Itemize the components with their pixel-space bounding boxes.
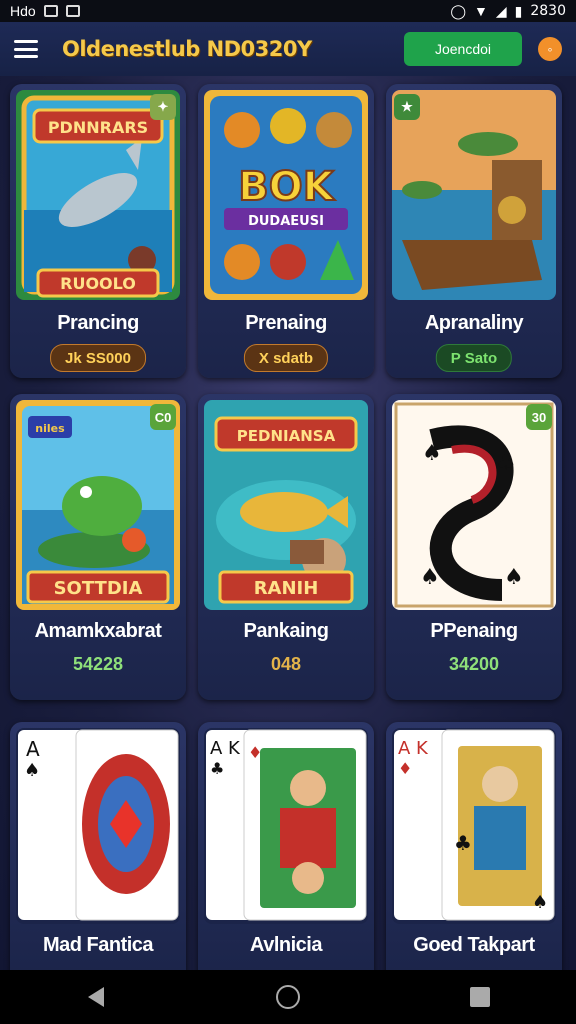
status-bar: Hdo ◯ ▼ ◢ ▮ 2830 (0, 0, 576, 22)
game-value: 34200 (448, 654, 500, 674)
game-value: 048 (270, 654, 302, 674)
game-value: 54228 (72, 654, 124, 674)
battery-icon: ▮ (514, 2, 523, 19)
game-thumbnail: A K ♣ ♦ (204, 728, 368, 924)
game-thumbnail: A ♠ (16, 728, 180, 924)
app-title: Oldenestlub ND0320Y (62, 37, 312, 61)
game-name: Pankaing (243, 620, 329, 642)
game-name: Goed Takpart (413, 934, 535, 956)
game-name: Avlnicia (250, 934, 322, 956)
game-thumbnail: A K ♦ ♣ ♠ (392, 728, 556, 924)
svg-text:♠: ♠ (420, 565, 440, 590)
card-rank: A K (210, 738, 241, 759)
svg-text:♠: ♠ (24, 760, 40, 781)
thumb-banner: niles (35, 422, 65, 435)
game-thumbnail: niles SOTTDIA (16, 400, 180, 610)
game-value: X sdatb (243, 344, 329, 372)
signal-icon: ◢ (495, 2, 507, 19)
thumb-banner: PEDNIANSA (237, 427, 336, 445)
game-card[interactable]: PDNNRARS RUOOLO ✦ Prancing Jk SS000 (10, 84, 186, 378)
game-name: Amamkxabrat (34, 620, 162, 642)
thumb-banner: BOK (238, 164, 335, 210)
hamburger-icon[interactable] (14, 40, 38, 58)
svg-text:♦: ♦ (398, 759, 412, 778)
gallery-icon (43, 5, 58, 17)
game-card[interactable]: ★ Apranaliny P Sato (386, 84, 562, 378)
svg-text:♣: ♣ (496, 451, 516, 476)
notification-icon (65, 5, 80, 17)
favorite-icon[interactable]: ★ (394, 94, 420, 120)
svg-text:♣: ♣ (454, 831, 472, 855)
game-name: PPenaing (430, 620, 518, 642)
thumb-sign: RANIH (254, 578, 319, 599)
game-name: Apranaliny (424, 312, 524, 334)
svg-text:♦: ♦ (248, 743, 262, 762)
game-card[interactable]: PEDNIANSA RANIH Pankaing 048 (198, 394, 374, 700)
game-card[interactable]: ♠ ♣ ♠ ♠ 30 PPenaing 34200 (386, 394, 562, 700)
favorite-icon[interactable]: ✦ (150, 94, 176, 120)
game-value: Jk SS000 (50, 344, 146, 372)
thumb-banner: PDNNRARS (48, 118, 148, 137)
wifi-icon: ▼ (474, 3, 488, 19)
game-thumbnail (392, 90, 556, 300)
svg-text:♠: ♠ (504, 565, 524, 590)
game-name: Mad Fantica (42, 934, 154, 956)
game-name: Prancing (57, 312, 139, 334)
coin-icon[interactable]: ◦ (538, 37, 562, 61)
back-icon[interactable] (76, 977, 116, 1017)
game-card[interactable]: A K ♣ ♦ Avlnicia (198, 722, 374, 970)
clock: 2830 (530, 3, 566, 19)
svg-text:♠: ♠ (532, 892, 548, 913)
login-button[interactable]: Joencdoi (404, 32, 522, 66)
bonus-badge: C0 (150, 404, 176, 430)
game-card[interactable]: A ♠ Mad Fantica (10, 722, 186, 970)
top-bar: Oldenestlub ND0320Y Joencdoi ◦ (0, 22, 576, 76)
bonus-badge: 30 (526, 404, 552, 430)
system-nav-bar (0, 970, 576, 1024)
game-thumbnail: PDNNRARS RUOOLO (16, 90, 180, 300)
svg-text:♠: ♠ (422, 441, 442, 466)
game-thumbnail: PEDNIANSA RANIH (204, 400, 368, 610)
thumb-sign: DUDAEUSI (248, 214, 324, 229)
game-thumbnail: BOK DUDAEUSI (204, 90, 368, 300)
card-rank: A K (398, 738, 429, 759)
thumb-sign: RUOOLO (60, 274, 136, 293)
status-left-text: Hdo (10, 3, 36, 19)
alarm-icon: ◯ (450, 2, 466, 19)
recents-icon[interactable] (460, 977, 500, 1017)
card-rank: A (26, 737, 40, 761)
thumb-sign: SOTTDIA (54, 578, 143, 599)
game-card[interactable]: A K ♦ ♣ ♠ Goed Takpart (386, 722, 562, 970)
game-grid: PDNNRARS RUOOLO ✦ Prancing Jk SS000 BOK … (0, 76, 576, 970)
game-card[interactable]: BOK DUDAEUSI Prenaing X sdatb (198, 84, 374, 378)
game-thumbnail: ♠ ♣ ♠ ♠ (392, 400, 556, 610)
game-card[interactable]: niles SOTTDIA C0 Amamkxabrat 54228 (10, 394, 186, 700)
svg-text:♣: ♣ (210, 759, 224, 778)
game-value: P Sato (435, 344, 513, 372)
home-icon[interactable] (268, 977, 308, 1017)
game-name: Prenaing (245, 312, 327, 334)
